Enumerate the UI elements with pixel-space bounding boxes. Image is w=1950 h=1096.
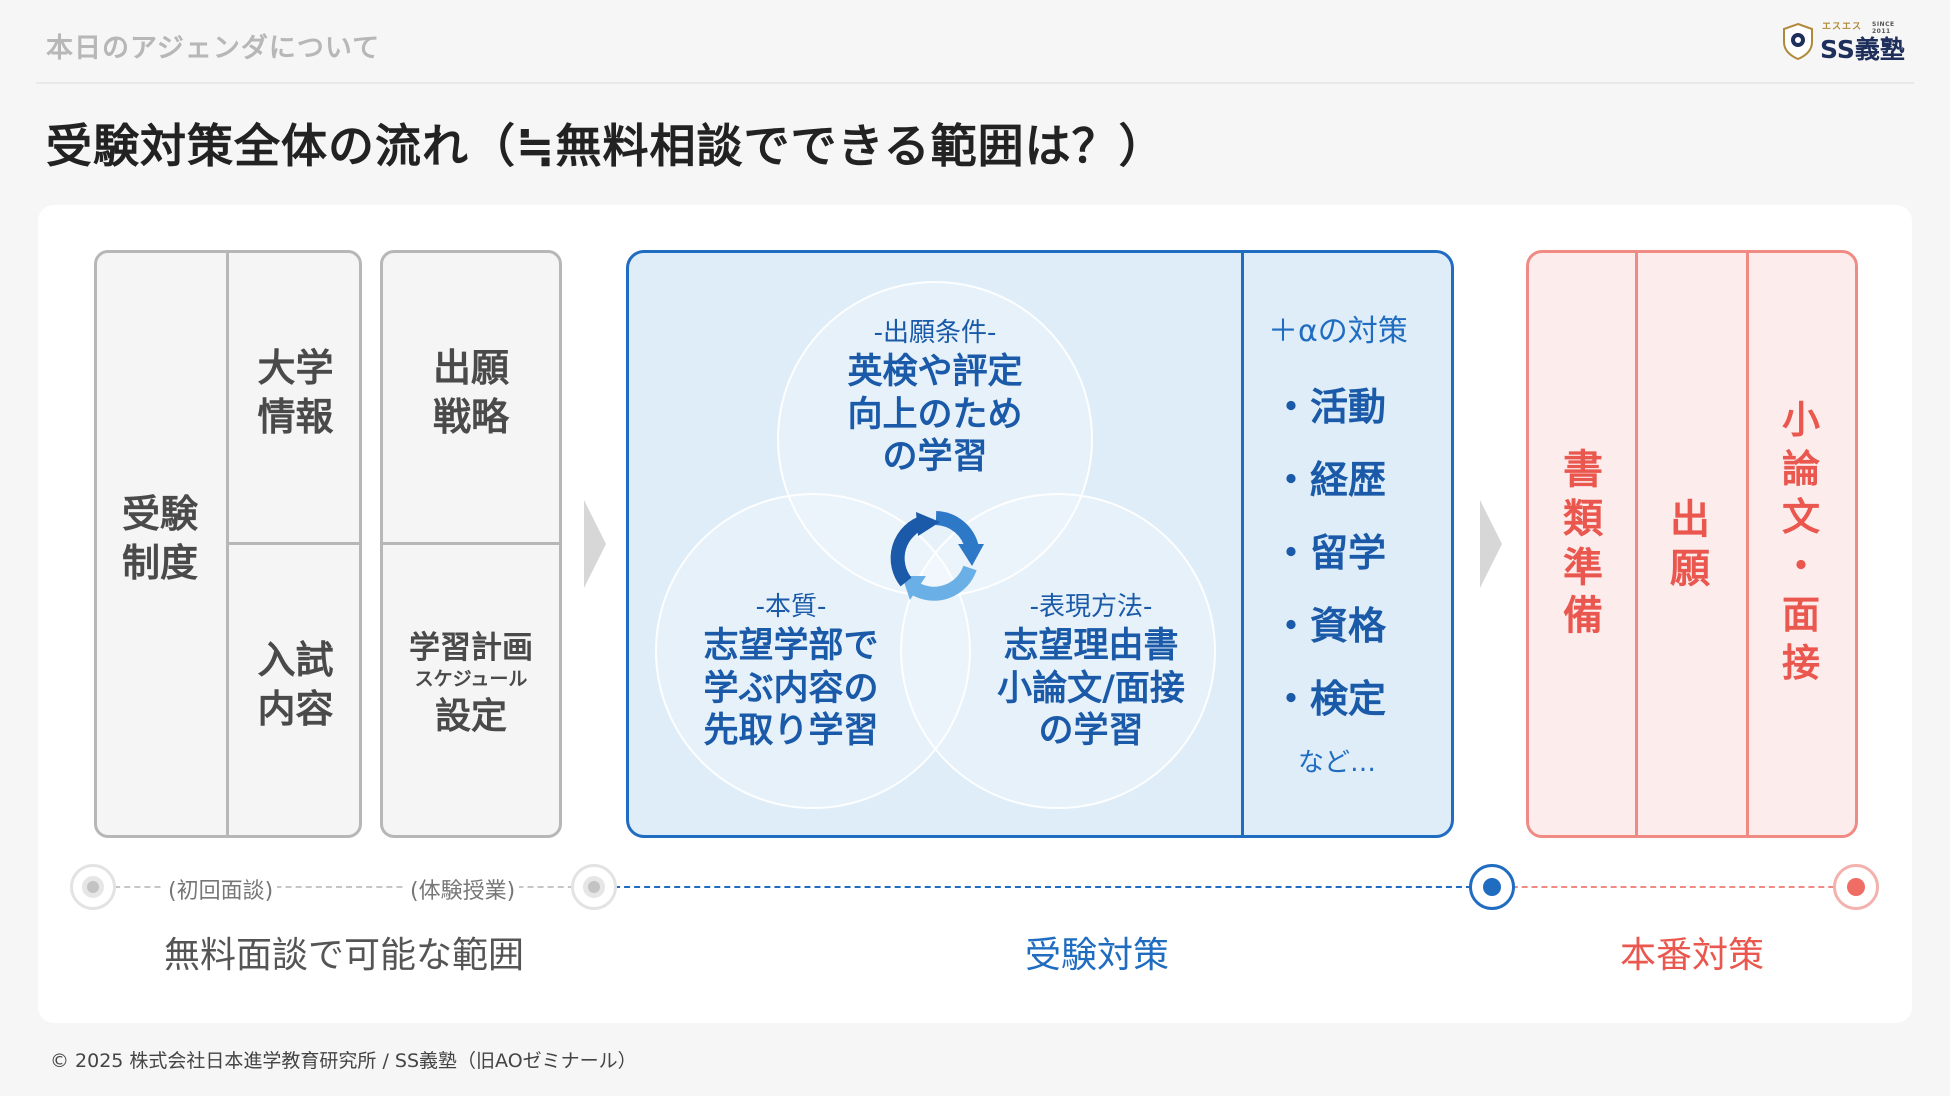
divider <box>1241 250 1244 838</box>
apply-label: 出 願 <box>1670 497 1710 592</box>
venn-top-caption: -出願条件- <box>873 318 997 348</box>
cycle-arrows-icon <box>890 511 984 601</box>
timeline-prep <box>594 886 1492 888</box>
univ-info-label: 大学 情報 <box>257 346 334 440</box>
alpha-item: ・資格 <box>1272 604 1387 648</box>
slide-title: 受験対策全体の流れ（≒無料相談でできる範囲は？） <box>46 119 1166 173</box>
exam-system-label: 受験 制度 <box>121 492 198 586</box>
setting-label: 設定 <box>434 696 507 737</box>
timeline-node <box>1483 878 1501 896</box>
divider <box>380 542 562 545</box>
logo-name: SS義塾 <box>1820 35 1905 64</box>
alpha-item: ・検定 <box>1272 677 1387 721</box>
venn-right-main: 志望理由書 小論文/面接 の学習 <box>997 626 1185 752</box>
timeline-node <box>82 876 104 898</box>
header-rule <box>36 82 1914 84</box>
exam-content-label: 入試 内容 <box>257 638 334 732</box>
brand-logo: エスエス SINCE 2011 SS義塾 <box>1782 18 1912 64</box>
strategy-label: 出願 戦略 <box>432 346 509 440</box>
phase-prep-label: 受験対策 <box>1025 935 1170 976</box>
essay-label: 小 論 文 ・ 面 接 <box>1781 398 1820 686</box>
page-header: 本日のアジェンダについて <box>46 33 381 64</box>
divider <box>1635 250 1638 838</box>
first-interview-label: (初回面談) <box>164 873 278 905</box>
divider <box>1746 250 1749 838</box>
crest-icon <box>1783 22 1813 60</box>
venn-left-text: -本質- 志望学部で 学ぶ内容の 先取り学習 <box>660 586 922 753</box>
venn-top-text: -出願条件- 英検や評定 向上のため の学習 <box>790 312 1080 479</box>
timeline-node <box>1847 878 1865 896</box>
copyright-footer: © 2025 株式会社日本進学教育研究所 / SS義塾（旧AOゼミナール） <box>50 1050 637 1072</box>
flow-arrow <box>584 500 606 588</box>
alpha-item: ・活動 <box>1272 385 1387 429</box>
alpha-item: ・留学 <box>1272 531 1387 575</box>
plan-label: 学習計画 <box>409 630 533 666</box>
divider <box>226 542 362 545</box>
timeline-node <box>583 876 605 898</box>
venn-left-main: 志望学部で 学ぶ内容の 先取り学習 <box>703 626 879 752</box>
alpha-title: ＋αの対策 <box>1268 314 1408 349</box>
phase-free-label: 無料面談で可能な範囲 <box>164 935 525 976</box>
venn-top-main: 英検や評定 向上のため の学習 <box>847 352 1023 478</box>
venn-right-text: -表現方法- 志望理由書 小論文/面接 の学習 <box>960 586 1222 753</box>
venn-right-caption: -表現方法- <box>1029 592 1153 622</box>
flow-arrow <box>1480 500 1502 588</box>
trial-lesson-label: (体験授業) <box>406 873 520 905</box>
alpha-etc: など… <box>1298 748 1377 778</box>
schedule-label: スケジュール <box>414 668 528 690</box>
venn-left-caption: -本質- <box>755 592 827 622</box>
timeline-final <box>1492 886 1854 888</box>
docs-label: 書 類 準 備 <box>1563 447 1603 640</box>
alpha-item: ・経歴 <box>1272 458 1387 502</box>
phase-final-label: 本番対策 <box>1620 935 1765 976</box>
